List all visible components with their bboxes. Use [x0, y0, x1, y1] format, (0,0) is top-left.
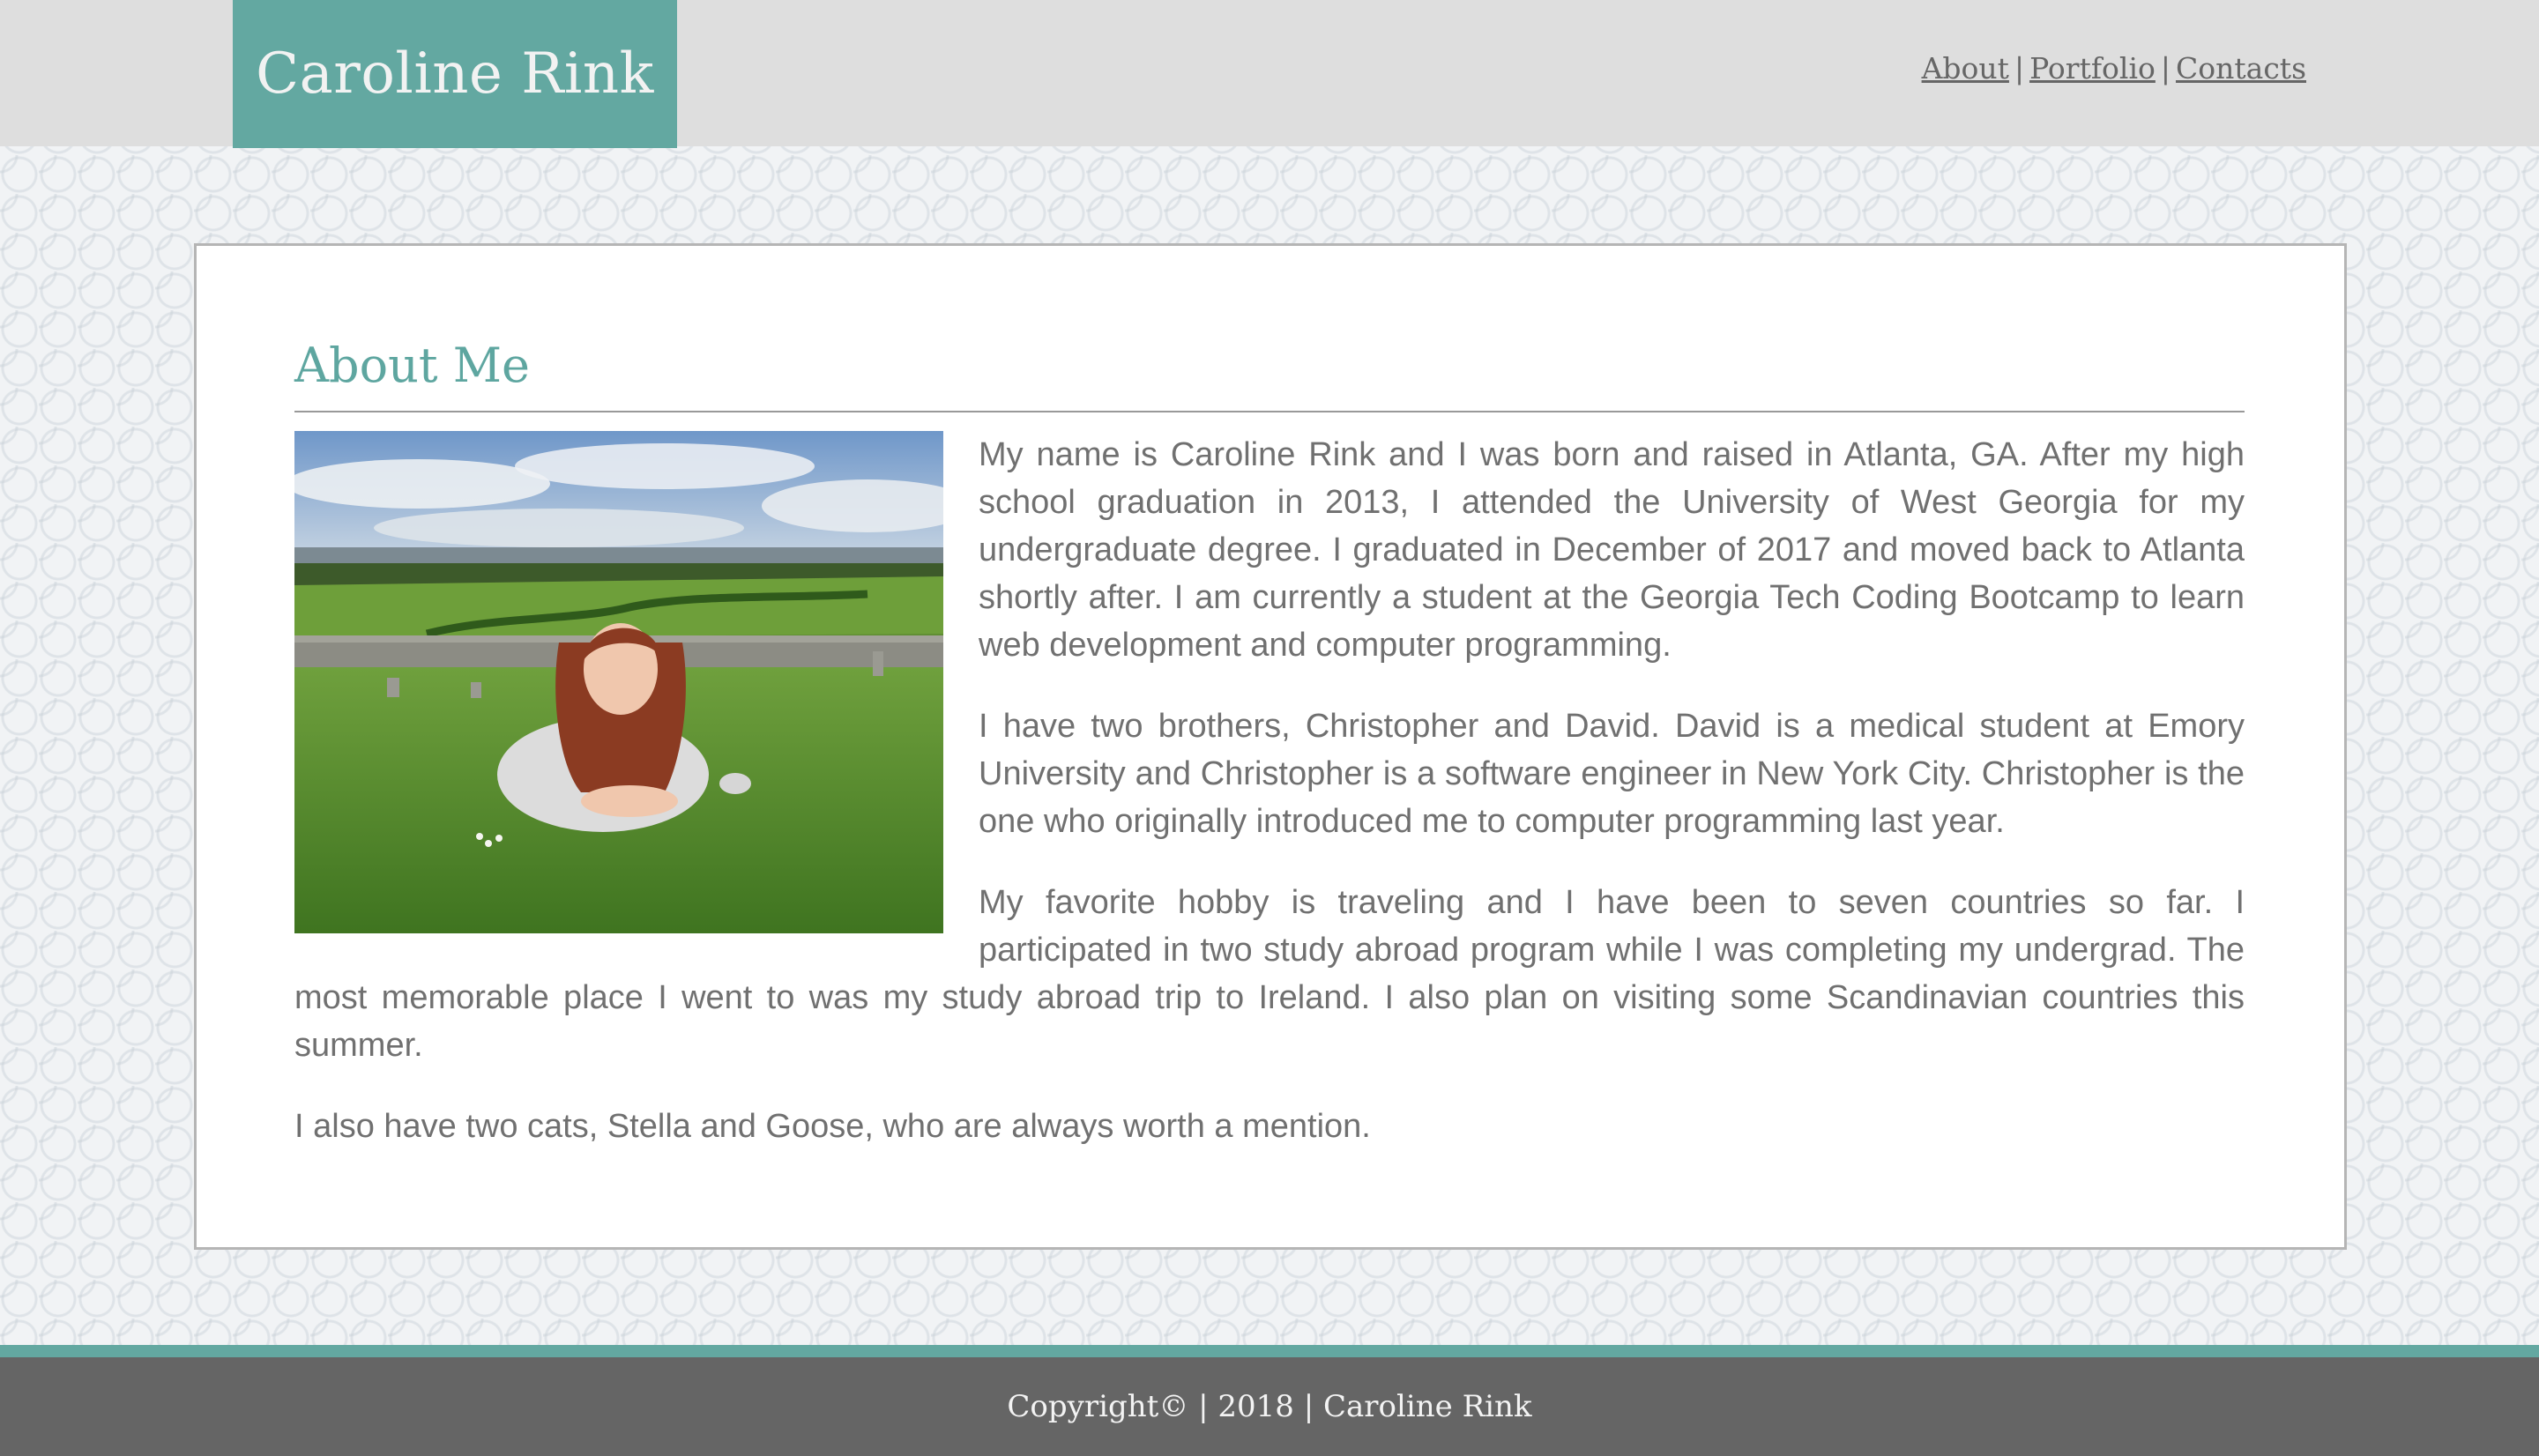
footer-accent-bar: [0, 1345, 2539, 1357]
section-divider: [294, 411, 2245, 412]
nav-link-portfolio[interactable]: Portfolio: [2029, 51, 2156, 85]
nav-separator: |: [2014, 51, 2025, 85]
copyright-text: Copyright© | 2018 | Caroline Rink: [1007, 1389, 1532, 1424]
about-card: About Me My name is Caroline Rink and I …: [194, 243, 2347, 1250]
site-title[interactable]: Caroline Rink: [256, 41, 654, 107]
section-title: About Me: [294, 338, 530, 393]
nav-link-contacts[interactable]: Contacts: [2176, 51, 2306, 85]
nav-separator: |: [2160, 51, 2171, 85]
brand-block[interactable]: Caroline Rink: [233, 0, 677, 148]
main-nav: About | Portfolio | Contacts: [1922, 51, 2306, 85]
site-header: Caroline Rink About | Portfolio | Contacts: [0, 0, 2539, 148]
profile-photo: [294, 431, 943, 933]
site-footer: Copyright© | 2018 | Caroline Rink: [0, 1357, 2539, 1456]
nav-link-about[interactable]: About: [1922, 51, 2009, 85]
about-content: My name is Caroline Rink and I was born …: [294, 431, 2245, 1184]
about-paragraph: I also have two cats, Stella and Goose, …: [294, 1108, 1371, 1145]
